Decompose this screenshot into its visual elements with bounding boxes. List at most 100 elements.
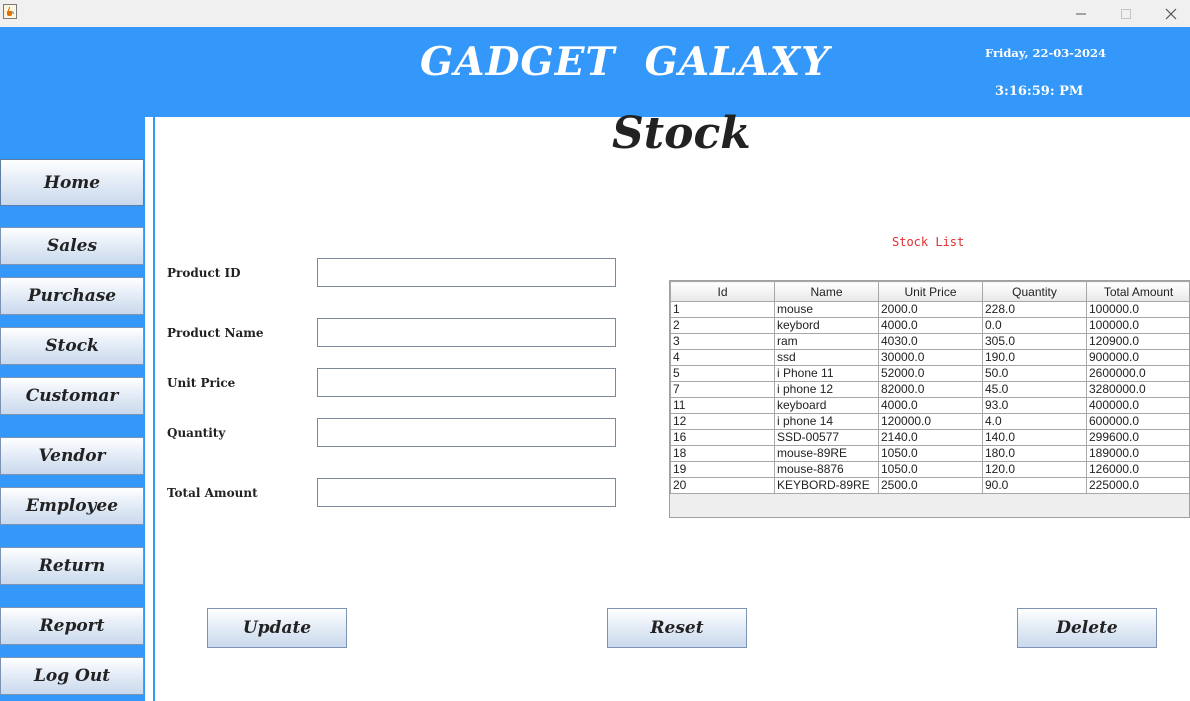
table-cell: mouse-89RE (774, 445, 879, 462)
table-cell: 1050.0 (878, 445, 983, 462)
table-cell: 126000.0 (1086, 461, 1189, 478)
table-cell: SSD-00577 (774, 429, 879, 446)
column-header-id[interactable]: Id (670, 281, 775, 302)
table-cell: i Phone 11 (774, 365, 879, 382)
table-cell: 30000.0 (878, 349, 983, 366)
table-cell: 400000.0 (1086, 397, 1189, 414)
table-row[interactable]: 16 SSD-00577 2140.0 140.0 299600.0 (670, 429, 1189, 446)
total-amount-field[interactable] (317, 478, 616, 507)
table-cell: i phone 14 (774, 413, 879, 430)
table-row[interactable]: 11 keyboard 4000.0 93.0 400000.0 (670, 397, 1189, 414)
table-cell: 100000.0 (1086, 317, 1189, 334)
table-cell: 4030.0 (878, 333, 983, 350)
table-cell: 16 (670, 429, 775, 446)
nav-logout-button[interactable]: Log Out (0, 657, 144, 695)
nav-purchase-button[interactable]: Purchase (0, 277, 144, 315)
table-cell: 2 (670, 317, 775, 334)
nav-stock-button[interactable]: Stock (0, 327, 144, 365)
column-header-unit-price[interactable]: Unit Price (878, 281, 983, 302)
sidebar-divider (145, 117, 155, 701)
minimize-button[interactable] (1058, 0, 1104, 27)
table-cell: 93.0 (982, 397, 1087, 414)
product-id-field[interactable] (317, 258, 616, 287)
table-row[interactable]: 1 mouse 2000.0 228.0 100000.0 (670, 301, 1189, 318)
table-cell: 18 (670, 445, 775, 462)
unit-price-label: Unit Price (167, 376, 236, 390)
table-cell: 600000.0 (1086, 413, 1189, 430)
nav-employee-button[interactable]: Employee (0, 487, 144, 525)
quantity-label: Quantity (167, 426, 226, 440)
stock-list-caption: Stock List (892, 235, 965, 249)
table-cell: 2140.0 (878, 429, 983, 446)
table-cell: 299600.0 (1086, 429, 1189, 446)
product-id-label: Product ID (167, 266, 241, 280)
stock-table-scrollpane[interactable]: Id Name Unit Price Quantity Total Amount… (669, 280, 1190, 518)
table-cell: 120900.0 (1086, 333, 1189, 350)
table-cell: 100000.0 (1086, 301, 1189, 318)
reset-button[interactable]: Reset (607, 608, 747, 648)
column-header-total-amount[interactable]: Total Amount (1086, 281, 1189, 302)
maximize-icon (1121, 8, 1131, 19)
table-header-row: Id Name Unit Price Quantity Total Amount (670, 281, 1189, 302)
current-date: Friday, 22-03-2024 (985, 46, 1107, 60)
unit-price-field[interactable] (317, 368, 616, 397)
table-cell: 4.0 (982, 413, 1087, 430)
update-button[interactable]: Update (207, 608, 347, 648)
table-cell: 4000.0 (878, 317, 983, 334)
maximize-button[interactable] (1103, 0, 1149, 27)
table-row[interactable]: 18 mouse-89RE 1050.0 180.0 189000.0 (670, 445, 1189, 462)
table-cell: 5 (670, 365, 775, 382)
table-cell: i phone 12 (774, 381, 879, 398)
table-cell: 180.0 (982, 445, 1087, 462)
table-cell: 305.0 (982, 333, 1087, 350)
table-cell: 1 (670, 301, 775, 318)
table-cell: ssd (774, 349, 879, 366)
table-cell: 2500.0 (878, 477, 983, 494)
table-cell: 45.0 (982, 381, 1087, 398)
window-title-bar (0, 0, 1190, 27)
table-cell: 3280000.0 (1086, 381, 1189, 398)
page-title: Stock (612, 108, 751, 159)
table-cell: 225000.0 (1086, 477, 1189, 494)
close-icon (1165, 8, 1177, 19)
table-row[interactable]: 5i Phone 11 52000.0 50.0 2600000.0 (670, 365, 1189, 382)
table-row[interactable]: 12 i phone 14 120000.0 4.0 600000.0 (670, 413, 1189, 430)
product-name-label: Product Name (167, 326, 264, 340)
nav-home-button[interactable]: Home (0, 159, 144, 206)
table-cell: 90.0 (982, 477, 1087, 494)
delete-button[interactable]: Delete (1017, 608, 1157, 648)
product-name-field[interactable] (317, 318, 616, 347)
column-header-name[interactable]: Name (774, 281, 879, 302)
nav-return-button[interactable]: Return (0, 547, 144, 585)
table-cell: 189000.0 (1086, 445, 1189, 462)
table-row[interactable]: 3 ram 4030.0 305.0 120900.0 (670, 333, 1189, 350)
total-amount-label: Total Amount (167, 486, 258, 500)
table-cell: 2600000.0 (1086, 365, 1189, 382)
table-cell: 50.0 (982, 365, 1087, 382)
table-cell: 20 (670, 477, 775, 494)
quantity-field[interactable] (317, 418, 616, 447)
table-cell: keybord (774, 317, 879, 334)
table-row[interactable]: 4 ssd 30000.0 190.0 900000.0 (670, 349, 1189, 366)
java-cup-icon (3, 4, 17, 19)
current-time: 3:16:59: PM (995, 84, 1084, 99)
nav-report-button[interactable]: Report (0, 607, 144, 645)
table-row[interactable]: 7i phone 12 82000.0 45.0 3280000.0 (670, 381, 1189, 398)
table-cell: 900000.0 (1086, 349, 1189, 366)
table-cell: 19 (670, 461, 775, 478)
minimize-icon (1076, 13, 1086, 14)
table-cell: mouse (774, 301, 879, 318)
nav-sales-button[interactable]: Sales (0, 227, 144, 265)
nav-customar-button[interactable]: Customar (0, 377, 144, 415)
table-cell: 12 (670, 413, 775, 430)
table-row[interactable]: 20 KEYBORD-89RE 2500.0 90.0 225000.0 (670, 477, 1189, 494)
table-row[interactable]: 2 keybord 4000.0 0.0 100000.0 (670, 317, 1189, 334)
close-button[interactable] (1148, 0, 1190, 27)
table-cell: 140.0 (982, 429, 1087, 446)
column-header-quantity[interactable]: Quantity (982, 281, 1087, 302)
table-cell: 4 (670, 349, 775, 366)
table-cell: ram (774, 333, 879, 350)
nav-vendor-button[interactable]: Vendor (0, 437, 144, 475)
table-cell: 0.0 (982, 317, 1087, 334)
table-row[interactable]: 19 mouse-8876 1050.0 120.0 126000.0 (670, 461, 1189, 478)
